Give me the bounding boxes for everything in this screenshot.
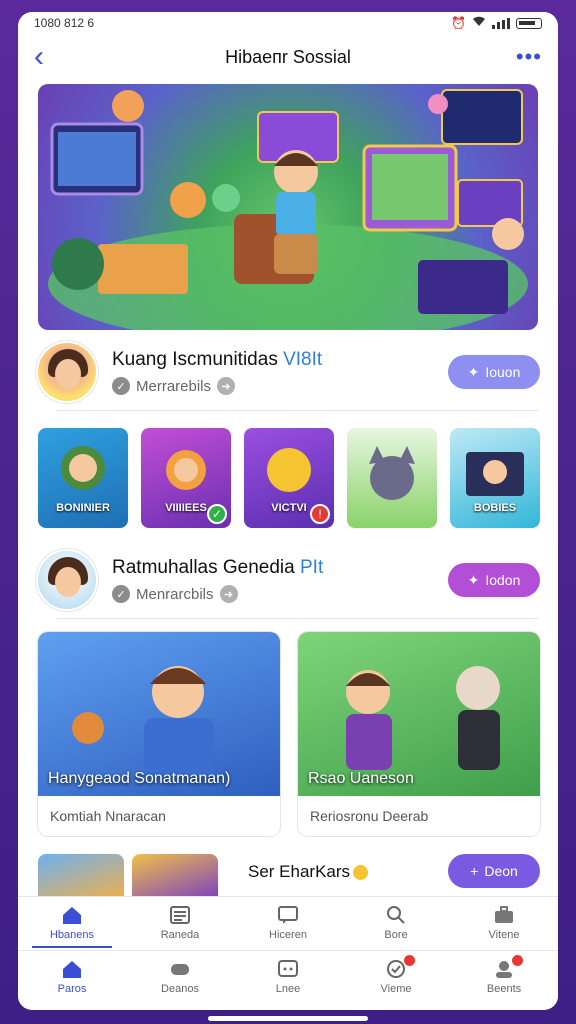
search-icon (385, 905, 407, 925)
tab-bar-top: Hbanens Raneda Hiceren Bore Vitene (18, 896, 558, 948)
community-name: Ratmuhallas Genedia PIt (112, 557, 324, 578)
join-button[interactable]: + Deon (448, 854, 540, 888)
plus-icon: + (470, 863, 479, 879)
alarm-icon: ⏰ (451, 16, 466, 30)
tab-notifications[interactable]: Vieme (342, 951, 450, 1002)
coin-icon (353, 865, 369, 881)
card-footer: Reriosronu Deerab (310, 808, 429, 824)
community-info: Kuang Iscmunitidas VI8It ✓ Merrarebils ➜ (112, 349, 448, 395)
game-tile[interactable]: BONINIER (38, 428, 128, 528)
home-indicator[interactable] (208, 1016, 368, 1021)
featured-cards: Hanygeaod Sonatmanan) Komtiah Nnaracan R… (38, 632, 540, 836)
tab-messages[interactable]: Hiceren (234, 897, 342, 948)
tab-profile[interactable]: Beents (450, 951, 558, 1002)
check-icon: ✓ (112, 377, 130, 395)
check-badge-icon: ✓ (207, 504, 227, 524)
arrow-icon: ➜ (217, 377, 236, 395)
community-meta: ✓ Merrarebils ➜ (112, 377, 448, 395)
community-row-partial[interactable]: Ser EharKars + Deon (38, 854, 540, 900)
card-image: Hanygeaod Sonatmanan) (38, 632, 280, 796)
gamepad-icon (169, 959, 191, 979)
join-button[interactable]: ✦ Iouon (448, 355, 540, 389)
wifi-icon (472, 16, 486, 30)
check-icon: ✓ (112, 585, 130, 603)
game-thumbnail (38, 854, 124, 900)
game-tile[interactable]: VICTVI ! (244, 428, 334, 528)
tab-games[interactable]: Deanos (126, 951, 234, 1002)
hero-banner[interactable] (38, 84, 538, 330)
plus-icon: ✦ (467, 571, 480, 588)
status-time: 1080 812 6 (34, 16, 95, 30)
home-icon (61, 905, 83, 925)
list-icon (169, 905, 191, 925)
games-carousel: BONINIER VIIIIEES ✓ VICTVI ! BOBIES (38, 428, 540, 528)
tab-chat[interactable]: Lnee (234, 951, 342, 1002)
home-icon (61, 959, 83, 979)
briefcase-icon (493, 905, 515, 925)
plus-icon: ✦ (467, 363, 480, 380)
more-options-icon[interactable]: ••• (512, 44, 542, 70)
card-footer: Komtiah Nnaracan (50, 808, 166, 824)
game-tile[interactable]: VIIIIEES ✓ (141, 428, 231, 528)
game-thumbnail (132, 854, 218, 900)
avatar (36, 341, 98, 403)
divider (56, 410, 538, 411)
tab-home[interactable]: Paros (18, 951, 126, 1002)
avatar (36, 549, 98, 611)
community-meta: ✓ Menrarcbils ➜ (112, 585, 448, 603)
featured-card[interactable]: Hanygeaod Sonatmanan) Komtiah Nnaracan (38, 632, 280, 836)
featured-card[interactable]: Rsao Uaneson Reriosronu Deerab (298, 632, 540, 836)
community-row[interactable]: Ratmuhallas Genedia PIt ✓ Menrarcbils ➜ … (36, 548, 540, 612)
arrow-icon: ➜ (219, 585, 238, 603)
community-name: Ser EharKars (248, 862, 369, 882)
community-row[interactable]: Kuang Iscmunitidas VI8It ✓ Merrarebils ➜… (36, 340, 540, 404)
tab-jobs[interactable]: Vitene (450, 897, 558, 948)
join-button[interactable]: ✦ Iodon (448, 563, 540, 597)
community-info: Ratmuhallas Genedia PIt ✓ Menrarcbils ➜ (112, 557, 448, 603)
divider (56, 618, 538, 619)
battery-icon (516, 17, 542, 29)
tab-list[interactable]: Raneda (126, 897, 234, 948)
notification-dot (512, 955, 523, 966)
chat-icon (277, 905, 299, 925)
tab-search[interactable]: Bore (342, 897, 450, 948)
tab-bar-bottom: Paros Deanos Lnee Vieme Beents (18, 950, 558, 1002)
signal-icon (492, 17, 510, 29)
game-tile[interactable] (347, 428, 437, 528)
notification-dot (404, 955, 415, 966)
hero-illustration (48, 89, 528, 330)
page-title: Hibaeпr Sossial (225, 46, 351, 67)
status-bar: 1080 812 6 ⏰ (18, 12, 558, 34)
community-name: Kuang Iscmunitidas VI8It (112, 349, 323, 370)
status-icons: ⏰ (451, 16, 542, 30)
card-image: Rsao Uaneson (298, 632, 540, 796)
tab-home[interactable]: Hbanens (18, 897, 126, 948)
chat-icon (277, 959, 299, 979)
app-bar: ‹ Hibaeпr Sossial ••• (18, 34, 558, 80)
alert-badge-icon: ! (310, 504, 330, 524)
back-arrow-icon[interactable]: ‹ (34, 42, 64, 72)
app-screen: 1080 812 6 ⏰ ‹ Hibaeпr Sossial ••• Kuang… (18, 12, 558, 1010)
game-tile[interactable]: BOBIES (450, 428, 540, 528)
